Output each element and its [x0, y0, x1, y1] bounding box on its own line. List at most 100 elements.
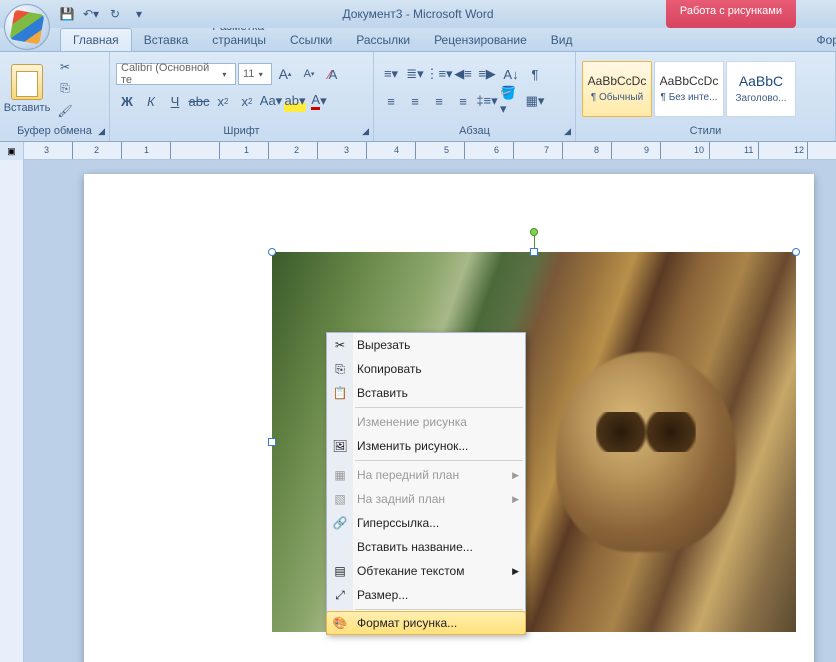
tab-format[interactable]: Формат	[804, 29, 836, 51]
menu-send-back: ▧На задний план▶	[327, 487, 525, 511]
group-label-styles: Стили	[690, 125, 722, 137]
send-back-icon: ▧	[331, 490, 349, 508]
font-name-combo[interactable]: Calibri (Основной те▾	[116, 63, 236, 85]
save-button[interactable]: 💾	[56, 3, 78, 25]
paste-label: Вставить	[4, 102, 51, 114]
grow-font-button[interactable]: A▴	[274, 63, 296, 85]
style-no-spacing[interactable]: AaBbCcDc ¶ Без инте...	[654, 61, 724, 117]
copy-button[interactable]: ⎘	[54, 79, 76, 99]
submenu-arrow-icon: ▶	[512, 566, 519, 577]
menu-hyperlink[interactable]: 🔗Гиперссылка...	[327, 511, 525, 535]
menu-text-wrapping[interactable]: ▤Обтекание текстом▶	[327, 559, 525, 583]
change-picture-icon: 🖼	[331, 437, 349, 455]
format-painter-button[interactable]: 🖌	[54, 101, 76, 121]
bold-button[interactable]: Ж	[116, 90, 138, 112]
copy-icon: ⎘	[331, 360, 349, 378]
menu-format-picture[interactable]: 🎨Формат рисунка...	[326, 611, 526, 635]
qat-customize[interactable]: ▾	[128, 3, 150, 25]
shrink-font-button[interactable]: A▾	[298, 63, 320, 85]
menu-cut[interactable]: ✂Вырезать	[327, 333, 525, 357]
paste-icon: 📋	[331, 384, 349, 402]
font-launcher[interactable]: ◢	[362, 126, 369, 137]
shading-button[interactable]: 🪣▾	[500, 90, 522, 112]
style-normal[interactable]: AaBbCcDc ¶ Обычный	[582, 61, 652, 117]
highlight-button[interactable]: ab▾	[284, 90, 306, 112]
justify-button[interactable]: ≡	[452, 90, 474, 112]
group-label-font: Шрифт	[223, 125, 259, 137]
italic-button[interactable]: К	[140, 90, 162, 112]
paste-icon	[11, 64, 43, 100]
ruler-h-scale: 321 123 456 789 101112	[24, 142, 836, 159]
increase-indent-button[interactable]: ≡▶	[476, 63, 498, 85]
menu-paste[interactable]: 📋Вставить	[327, 381, 525, 405]
tab-references[interactable]: Ссылки	[278, 29, 344, 51]
show-marks-button[interactable]: ¶	[524, 63, 546, 85]
para-launcher[interactable]: ◢	[564, 126, 571, 137]
title-bar: 💾 ↶▾ ↻ ▾ Документ3 - Microsoft Word Рабо…	[0, 0, 836, 28]
cut-button[interactable]: ✂	[54, 57, 76, 77]
decrease-indent-button[interactable]: ◀≡	[452, 63, 474, 85]
tab-insert[interactable]: Вставка	[132, 29, 201, 51]
resize-handle-lm[interactable]	[268, 438, 276, 446]
rotation-handle[interactable]	[530, 228, 538, 236]
ruler-horizontal[interactable]: ▣ 321 123 456 789 101112	[0, 142, 836, 160]
bullets-button[interactable]: ≡▾	[380, 63, 402, 85]
borders-button[interactable]: ▦▾	[524, 90, 546, 112]
change-case-button[interactable]: Aa▾	[260, 90, 282, 112]
style-heading1[interactable]: AaBbC Заголово...	[726, 61, 796, 117]
align-right-button[interactable]: ≡	[428, 90, 450, 112]
menu-insert-caption[interactable]: Вставить название...	[327, 535, 525, 559]
subscript-button[interactable]: x2	[212, 90, 234, 112]
bring-front-icon: ▦	[331, 466, 349, 484]
menu-separator	[355, 609, 523, 610]
quick-access-toolbar: 💾 ↶▾ ↻ ▾	[56, 3, 150, 25]
size-icon: ⤢	[331, 586, 349, 604]
menu-bring-front: ▦На передний план▶	[327, 463, 525, 487]
office-button[interactable]	[4, 4, 50, 50]
cut-icon: ✂	[331, 336, 349, 354]
paste-button[interactable]: Вставить	[4, 55, 50, 123]
ribbon: Вставить ✂ ⎘ 🖌 Буфер обмена ◢ Calibri (Ос…	[0, 52, 836, 142]
group-font: Calibri (Основной те▾ 11▾ A▴ A▾ A∕ Ж К Ч…	[110, 52, 374, 141]
clear-format-button[interactable]: A∕	[322, 63, 344, 85]
undo-button[interactable]: ↶▾	[80, 3, 102, 25]
wrap-icon: ▤	[331, 562, 349, 580]
tab-home[interactable]: Главная	[60, 28, 132, 51]
align-center-button[interactable]: ≡	[404, 90, 426, 112]
tab-view[interactable]: Вид	[539, 29, 585, 51]
ribbon-tabs: Главная Вставка Разметка страницы Ссылки…	[0, 28, 836, 52]
menu-separator	[355, 407, 523, 408]
group-label-clipboard: Буфер обмена	[17, 125, 92, 137]
menu-edit-picture: Изменение рисунка	[327, 410, 525, 434]
line-spacing-button[interactable]: ‡≡▾	[476, 90, 498, 112]
menu-size[interactable]: ⤢Размер...	[327, 583, 525, 607]
superscript-button[interactable]: x2	[236, 90, 258, 112]
strikethrough-button[interactable]: abc	[188, 90, 210, 112]
menu-separator	[355, 460, 523, 461]
ruler-corner[interactable]: ▣	[0, 142, 24, 160]
style-gallery[interactable]: AaBbCcDc ¶ Обычный AaBbCcDc ¶ Без инте..…	[582, 61, 796, 117]
menu-copy[interactable]: ⎘Копировать	[327, 357, 525, 381]
font-color-button[interactable]: A▾	[308, 90, 330, 112]
format-picture-icon: 🎨	[331, 614, 349, 632]
ruler-vertical[interactable]	[0, 160, 24, 662]
submenu-arrow-icon: ▶	[512, 470, 519, 481]
window-title: Документ3 - Microsoft Word	[342, 7, 493, 21]
font-size-combo[interactable]: 11▾	[238, 63, 272, 85]
tab-review[interactable]: Рецензирование	[422, 29, 539, 51]
tab-mailings[interactable]: Рассылки	[344, 29, 422, 51]
resize-handle-tl[interactable]	[268, 248, 276, 256]
resize-handle-tr[interactable]	[792, 248, 800, 256]
context-menu: ✂Вырезать ⎘Копировать 📋Вставить Изменени…	[326, 332, 526, 635]
underline-button[interactable]: Ч	[164, 90, 186, 112]
hyperlink-icon: 🔗	[331, 514, 349, 532]
numbering-button[interactable]: ≣▾	[404, 63, 426, 85]
redo-button[interactable]: ↻	[104, 3, 126, 25]
group-paragraph: ≡▾ ≣▾ ⋮≡▾ ◀≡ ≡▶ A↓ ¶ ≡ ≡ ≡ ≡ ‡≡▾ 🪣▾ ▦▾ А…	[374, 52, 576, 141]
align-left-button[interactable]: ≡	[380, 90, 402, 112]
resize-handle-tm[interactable]	[530, 248, 538, 256]
sort-button[interactable]: A↓	[500, 63, 522, 85]
multilevel-button[interactable]: ⋮≡▾	[428, 63, 450, 85]
clipboard-launcher[interactable]: ◢	[98, 126, 105, 137]
menu-change-picture[interactable]: 🖼Изменить рисунок...	[327, 434, 525, 458]
